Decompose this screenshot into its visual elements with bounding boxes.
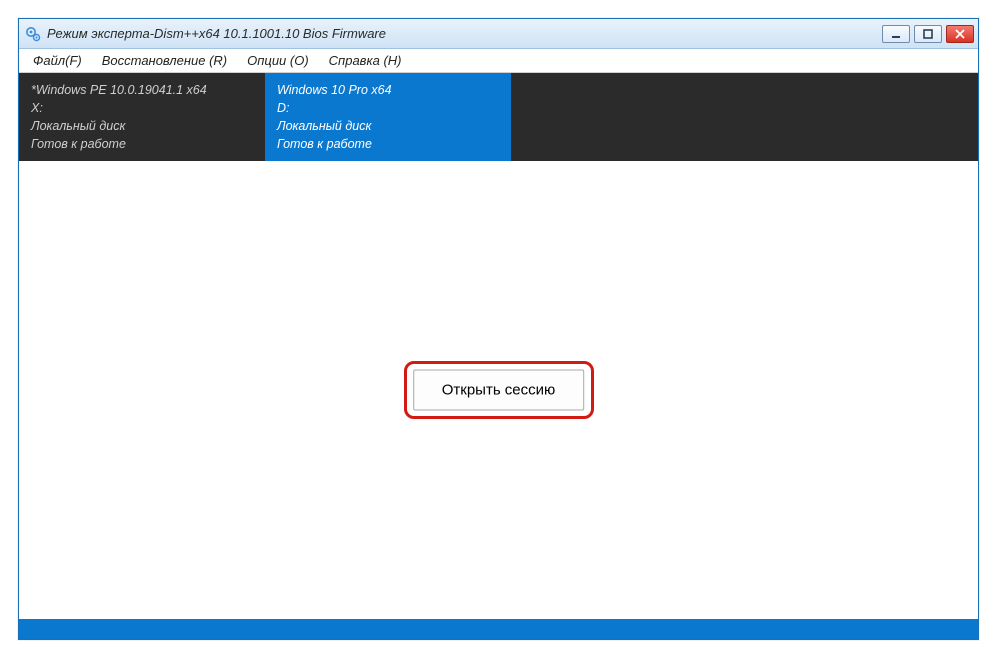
menu-options[interactable]: Опции (O) <box>237 51 319 70</box>
image-title: *Windows PE 10.0.19041.1 x64 <box>31 81 253 99</box>
close-button[interactable] <box>946 25 974 43</box>
image-strip: *Windows PE 10.0.19041.1 x64 X: Локальны… <box>19 73 978 161</box>
open-session-button[interactable]: Открыть сессию <box>413 370 585 411</box>
title-bar: Режим эксперта-Dism++x64 10.1.1001.10 Bi… <box>19 19 978 49</box>
image-status: Готов к работе <box>31 135 253 153</box>
window-controls <box>882 25 974 43</box>
image-drive: D: <box>277 99 499 117</box>
content-area: Открыть сессию <box>19 161 978 619</box>
menu-file[interactable]: Файл(F) <box>23 51 92 70</box>
menu-bar: Файл(F) Восстановление (R) Опции (O) Спр… <box>19 49 978 73</box>
app-gear-icon <box>25 26 41 42</box>
minimize-button[interactable] <box>882 25 910 43</box>
image-card-1[interactable]: Windows 10 Pro x64 D: Локальный диск Гот… <box>265 73 511 161</box>
menu-restore[interactable]: Восстановление (R) <box>92 51 237 70</box>
image-drive: X: <box>31 99 253 117</box>
image-title: Windows 10 Pro x64 <box>277 81 499 99</box>
menu-help[interactable]: Справка (H) <box>319 51 412 70</box>
maximize-button[interactable] <box>914 25 942 43</box>
image-card-0[interactable]: *Windows PE 10.0.19041.1 x64 X: Локальны… <box>19 73 265 161</box>
window-title: Режим эксперта-Dism++x64 10.1.1001.10 Bi… <box>47 26 882 41</box>
status-bar <box>19 619 978 639</box>
image-status: Готов к работе <box>277 135 499 153</box>
image-disk: Локальный диск <box>31 117 253 135</box>
image-disk: Локальный диск <box>277 117 499 135</box>
app-window: Режим эксперта-Dism++x64 10.1.1001.10 Bi… <box>18 18 979 640</box>
